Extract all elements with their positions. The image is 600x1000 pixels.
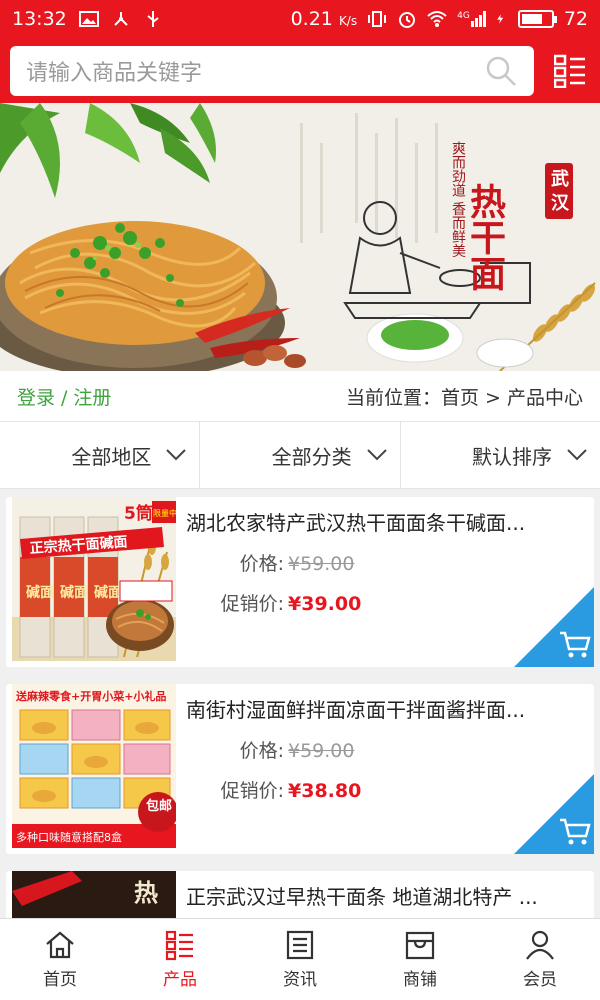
product-card[interactable]: 热 正宗武汉过早热干面条 地道湖北特产 ... <box>6 871 594 918</box>
original-price: ¥59.00 <box>288 740 355 762</box>
header: 请输入商品关键字 <box>0 38 600 103</box>
product-title[interactable]: 湖北农家特产武汉热干面面条干碱面... <box>186 507 581 536</box>
battery-icon <box>517 10 557 28</box>
product-title[interactable]: 正宗武汉过早热干面条 地道湖北特产 ... <box>186 881 581 910</box>
user-icon <box>526 930 554 960</box>
product-image[interactable]: 热 <box>12 871 176 918</box>
product-title[interactable]: 南街村湿面鲜拌面凉面干拌面酱拌面... <box>186 694 581 723</box>
svg-text:汉: 汉 <box>551 193 570 214</box>
banner-image: 热干面 武 汉 爽而劲道 香而鲜美 <box>0 103 600 371</box>
login-breadcrumb-row: 登录 / 注册 当前位置：首页 > 产品中心 <box>0 371 600 421</box>
svg-text:碱面: 碱面 <box>94 584 122 601</box>
category-menu-icon[interactable] <box>554 54 586 88</box>
svg-text:包邮: 包邮 <box>146 798 172 814</box>
filter-region[interactable]: 全部地区 <box>0 422 201 488</box>
product-list: 碱面 碱面 碱面 正宗热干面碱面 5筒 限量中 湖北农家特产武汉热干面面条干碱面… <box>0 497 600 918</box>
tab-home[interactable]: 首页 <box>0 919 120 1000</box>
login-link[interactable]: 登录 <box>17 387 55 409</box>
filter-bar: 全部地区 全部分类 默认排序 <box>0 421 600 489</box>
product-card[interactable]: 送麻辣零食+开胃小菜+小礼品 多种口味随意搭配8盒 包邮 南街村湿面鲜拌面凉面干… <box>6 684 594 854</box>
alarm-icon <box>399 12 416 28</box>
add-to-cart-button[interactable] <box>514 587 594 667</box>
product-card[interactable]: 碱面 碱面 碱面 正宗热干面碱面 5筒 限量中 湖北农家特产武汉热干面面条干碱面… <box>6 497 594 667</box>
promo-price-row: 促销价: ¥39.00 <box>220 593 362 615</box>
banner-slogan: 爽而劲道 香而鲜美 <box>450 141 466 258</box>
add-to-cart-button[interactable] <box>514 774 594 854</box>
product-image[interactable]: 碱面 碱面 碱面 正宗热干面碱面 5筒 限量中 <box>12 497 176 661</box>
register-link[interactable]: 注册 <box>73 387 111 409</box>
tab-news[interactable]: 资讯 <box>240 919 360 1000</box>
svg-text:送麻辣零食+开胃小菜+小礼品: 送麻辣零食+开胃小菜+小礼品 <box>15 689 166 703</box>
usb-icon <box>147 11 159 27</box>
price-row: 价格: ¥59.00 <box>239 553 355 575</box>
svg-text:限量中: 限量中 <box>153 508 176 518</box>
promo-banner[interactable]: 热干面 武 汉 爽而劲道 香而鲜美 <box>0 103 600 371</box>
search-icon[interactable] <box>484 54 518 88</box>
filter-category[interactable]: 全部分类 <box>200 422 401 488</box>
status-time: 13:32 <box>12 8 67 30</box>
chevron-down-icon <box>567 449 587 461</box>
vibrate-icon <box>368 11 387 27</box>
home-icon <box>46 931 74 959</box>
svg-text:武: 武 <box>551 169 569 190</box>
login-register: 登录 / 注册 <box>17 386 112 409</box>
promo-price-row: 促销价: ¥38.80 <box>220 780 362 802</box>
tab-products[interactable]: 产品 <box>120 919 240 1000</box>
banner-title: 热干面 <box>464 183 506 291</box>
battery-percent: 72 <box>563 8 588 30</box>
status-bar: 13:32 0.21 K/s 4G 72 <box>0 0 600 38</box>
search-box[interactable]: 请输入商品关键字 <box>10 46 534 96</box>
svg-text:多种口味随意搭配8盒: 多种口味随意搭配8盒 <box>16 830 122 844</box>
list-icon <box>165 930 193 961</box>
news-icon <box>286 930 314 960</box>
signal-icon: 4G <box>457 11 486 27</box>
svg-text:碱面: 碱面 <box>26 584 54 601</box>
promo-price: ¥39.00 <box>288 593 362 615</box>
tab-member[interactable]: 会员 <box>480 919 600 1000</box>
chevron-down-icon <box>166 449 187 461</box>
price-row: 价格: ¥59.00 <box>239 740 355 762</box>
original-price: ¥59.00 <box>288 553 355 575</box>
net-speed: 0.21 K/s <box>290 8 358 30</box>
charging-icon <box>497 14 504 24</box>
wifi-icon <box>427 11 447 27</box>
svg-text:5筒: 5筒 <box>124 503 153 524</box>
tab-shop[interactable]: 商铺 <box>360 919 480 1000</box>
search-input[interactable]: 请输入商品关键字 <box>26 55 484 87</box>
network-share-icon <box>114 12 128 26</box>
product-image[interactable]: 送麻辣零食+开胃小菜+小礼品 多种口味随意搭配8盒 包邮 <box>12 684 176 848</box>
chevron-down-icon <box>366 449 387 461</box>
filter-sort[interactable]: 默认排序 <box>401 422 600 488</box>
svg-text:碱面: 碱面 <box>60 584 88 601</box>
bottom-tab-bar: 首页 产品 资讯 商铺 会员 <box>0 918 600 1000</box>
shop-icon <box>405 931 435 960</box>
promo-price: ¥38.80 <box>288 780 362 802</box>
image-icon <box>78 11 99 27</box>
svg-text:热: 热 <box>134 878 158 907</box>
breadcrumb: 当前位置：首页 > 产品中心 <box>346 386 583 409</box>
